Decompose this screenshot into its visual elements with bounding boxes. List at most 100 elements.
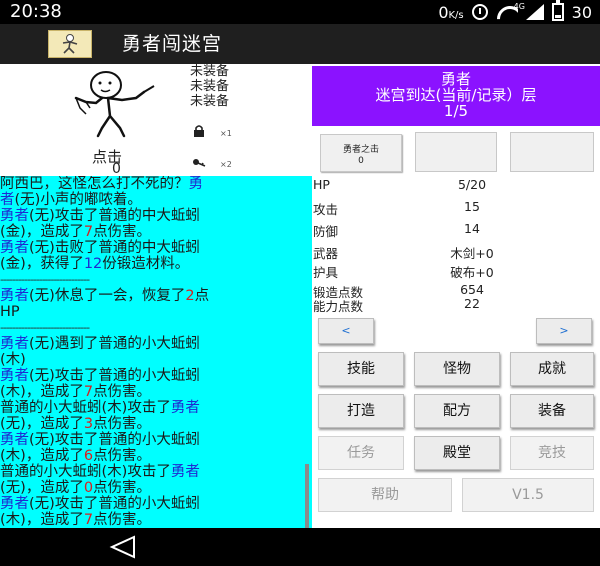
log-line: 勇者(无)攻击了普通的小大蚯蚓 <box>0 496 312 512</box>
log-line: 普通的小大蚯蚓(木)攻击了勇者 <box>0 464 312 480</box>
log-line: (金)，获得了12份锻造材料。 <box>0 256 312 272</box>
log-text: (无)攻击了普通的小大蚯蚓 <box>29 368 200 384</box>
log-damage: 7 <box>83 224 94 240</box>
data-speed: 0K/s <box>438 3 463 22</box>
log-text: (无)击败了普通的中大蚯蚓 <box>29 240 200 256</box>
log-separator: ------------------------------ <box>0 321 90 334</box>
data-speed-value: 0 <box>438 2 449 22</box>
data-speed-unit: K/s <box>448 9 464 21</box>
status-bar: 20:38 0K/s 4G 30 <box>0 0 600 24</box>
maze-header-label: 迷宫到达(当前/记录）层 <box>375 86 537 104</box>
log-damage: 0 <box>83 480 94 496</box>
log-text: 点伤害。 <box>93 384 152 400</box>
log-line: 勇者(无)遇到了普通的小大蚯蚓 <box>0 336 312 352</box>
log-text: (金)，获得了 <box>0 256 84 272</box>
stats-panel: HP 5/20 攻击 15 防御 14 武器 木剑+0 护具 破布+0 锻造点数 654 能… <box>313 176 600 320</box>
log-line: 勇者(无)攻击了普通的中大蚯蚓 <box>0 208 312 224</box>
log-text: (无)攻击了普通的中大蚯蚓 <box>29 208 200 224</box>
log-text: 点伤害。 <box>93 512 152 528</box>
log-damage: 3 <box>83 416 94 432</box>
log-heal: 2 <box>185 288 195 304</box>
equipment-slot-2[interactable]: 未装备 <box>190 79 229 94</box>
monsters-button[interactable]: 怪物 <box>414 352 500 386</box>
log-line: (木)，造成了7点伤害。 <box>0 384 312 400</box>
empty-slot-button-1[interactable] <box>415 132 497 172</box>
next-button[interactable]: > <box>536 318 592 344</box>
forge-button[interactable]: 打造 <box>318 394 404 428</box>
log-text: (无)小声的嘟哝着。 <box>14 192 142 208</box>
log-hero-name: 勇者 <box>170 400 200 416</box>
stat-attack: 攻击 15 <box>313 199 600 217</box>
stat-value: 15 <box>464 199 480 214</box>
hero-panel: 未装备 未装备 未装备 ×1 ×2 点击 0 <box>0 64 312 177</box>
log-scrollbar[interactable] <box>305 176 309 528</box>
log-line: 阿西巴，这怪怎么打不死的？勇 <box>0 176 312 192</box>
equipment-list: 未装备 未装备 未装备 <box>190 64 229 109</box>
log-line: (无)，造成了0点伤害。 <box>0 480 312 496</box>
version-button[interactable]: V1.5 <box>462 478 594 512</box>
hero-strike-value: 0 <box>358 156 364 166</box>
back-icon[interactable] <box>108 534 138 560</box>
alarm-icon <box>471 4 488 20</box>
lock-icon <box>194 125 204 137</box>
log-line: (木)，造成了7点伤害。 <box>0 512 312 528</box>
status-icons: 0K/s 4G 30 <box>438 0 592 24</box>
log-text: (木)，造成了 <box>0 384 84 400</box>
equipment-slot-1[interactable]: 未装备 <box>190 64 229 79</box>
log-hero-name: 勇者 <box>0 240 29 256</box>
log-text: (无)攻击了普通的小大蚯蚓 <box>29 496 200 512</box>
stat-value: 654 <box>460 282 484 297</box>
log-text: (木)，造成了 <box>0 448 84 464</box>
help-button[interactable]: 帮助 <box>318 478 452 512</box>
achievements-button[interactable]: 成就 <box>510 352 594 386</box>
click-count: 0 <box>112 161 121 177</box>
log-text: (无)攻击了普通的小大蚯蚓 <box>29 432 200 448</box>
log-text: (木)，造成了 <box>0 512 84 528</box>
app-title: 勇者闯迷宫 <box>122 33 223 55</box>
log-material: 12 <box>83 256 103 272</box>
maze-header-hero: 勇者 <box>440 70 471 88</box>
main-area: 未装备 未装备 未装备 ×1 ×2 点击 0 勇者 迷宫到达(当前/记录）层 1… <box>0 64 600 528</box>
app-logo-icon[interactable] <box>48 30 92 58</box>
log-text: (无)，造成了 <box>0 480 84 496</box>
log-text: 点 <box>194 288 210 304</box>
hero-strike-label: 勇者之击 <box>342 145 379 155</box>
log-hero-name: 勇者 <box>0 288 29 304</box>
log-line: 勇者(无)休息了一会，恢复了2点 <box>0 288 312 304</box>
log-text: 点伤害。 <box>93 224 152 240</box>
log-line: (木)，造成了6点伤害。 <box>0 448 312 464</box>
battery-icon <box>551 0 564 21</box>
log-line: 普通的小大蚯蚓(木)攻击了勇者 <box>0 400 312 416</box>
hero-figure-icon[interactable] <box>72 70 172 142</box>
log-line: (无)，造成了3点伤害。 <box>0 416 312 432</box>
log-hero-name: 勇者 <box>0 496 29 512</box>
network-type: 4G <box>513 2 525 11</box>
equipment-slot-3[interactable]: 未装备 <box>190 94 229 109</box>
log-line: HP <box>0 304 20 320</box>
log-text: 普通的小大蚯蚓(木)攻击了 <box>0 400 171 416</box>
maze-header: 勇者 迷宫到达(当前/记录）层 1/5 <box>312 66 600 126</box>
equipment-button[interactable]: 装备 <box>510 394 594 428</box>
quests-button[interactable]: 任务 <box>318 436 404 470</box>
hall-button[interactable]: 殿堂 <box>414 436 500 470</box>
recipes-button[interactable]: 配方 <box>414 394 500 428</box>
stat-value: 5/20 <box>457 177 487 192</box>
arena-button[interactable]: 竞技 <box>510 436 594 470</box>
empty-slot-button-2[interactable] <box>510 132 594 172</box>
log-hero-name: 勇 <box>188 176 204 192</box>
prev-button[interactable]: < <box>318 318 374 344</box>
log-hero-name: 者 <box>0 192 15 208</box>
stat-hp: HP 5/20 <box>313 177 600 195</box>
log-damage: 7 <box>83 512 94 528</box>
hero-strike-button[interactable]: 勇者之击 0 <box>320 134 402 172</box>
status-time: 20:38 <box>10 1 62 22</box>
log-text: 阿西巴，这怪怎么打不死的？ <box>0 176 189 192</box>
battle-log[interactable]: 阿西巴，这怪怎么打不死的？勇 者(无)小声的嘟哝着。 勇者(无)攻击了普通的中大… <box>0 176 312 528</box>
log-hero-name: 勇者 <box>0 336 29 352</box>
stat-armor: 护具 破布+0 <box>313 262 600 280</box>
log-text: (金)，造成了 <box>0 224 84 240</box>
skills-button[interactable]: 技能 <box>318 352 404 386</box>
log-hero-name: 勇者 <box>170 464 200 480</box>
log-damage: 6 <box>83 448 94 464</box>
stat-value: 22 <box>464 296 480 311</box>
